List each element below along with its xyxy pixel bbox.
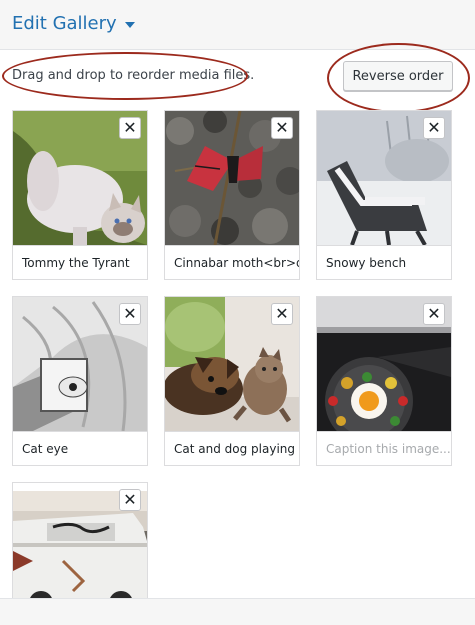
modal-header: Edit Gallery [0, 0, 475, 50]
remove-item-button[interactable]: ✕ [423, 303, 445, 325]
remove-item-button[interactable]: ✕ [423, 117, 445, 139]
remove-item-button[interactable]: ✕ [119, 303, 141, 325]
remove-item-button[interactable]: ✕ [271, 117, 293, 139]
modal-footer [0, 598, 475, 625]
gallery-item[interactable]: ✕ Snowy bench [316, 110, 452, 280]
gallery-item[interactable]: ✕ Cat and dog playing t [164, 296, 300, 466]
caption-field[interactable]: Cat and dog playing t [165, 431, 299, 465]
caption-field[interactable]: Tommy the Tyrant [13, 245, 147, 279]
remove-item-button[interactable]: ✕ [119, 117, 141, 139]
caption-field[interactable]: Caption this image... [317, 431, 451, 465]
edit-gallery-menu[interactable]: Edit Gallery [12, 13, 135, 34]
reverse-order-button[interactable]: Reverse order [343, 61, 453, 91]
remove-item-button[interactable]: ✕ [271, 303, 293, 325]
chevron-down-icon [124, 21, 135, 28]
page-title: Edit Gallery [12, 13, 117, 34]
reorder-hint: Drag and drop to reorder media files. [12, 68, 255, 83]
caption-field[interactable]: Snowy bench [317, 245, 451, 279]
gallery-item[interactable]: ✕ Tommy the Tyrant [12, 110, 148, 280]
caption-field[interactable]: Cinnabar moth<br>d [165, 245, 299, 279]
remove-item-button[interactable]: ✕ [119, 489, 141, 511]
gallery-item[interactable]: ✕ Cinnabar moth<br>d [164, 110, 300, 280]
gallery-item[interactable]: ✕ Cat eye [12, 296, 148, 466]
gallery-item[interactable]: ✕ Caption this image... [316, 296, 452, 466]
gallery-item[interactable]: ✕ [12, 482, 148, 602]
caption-field[interactable]: Cat eye [13, 431, 147, 465]
